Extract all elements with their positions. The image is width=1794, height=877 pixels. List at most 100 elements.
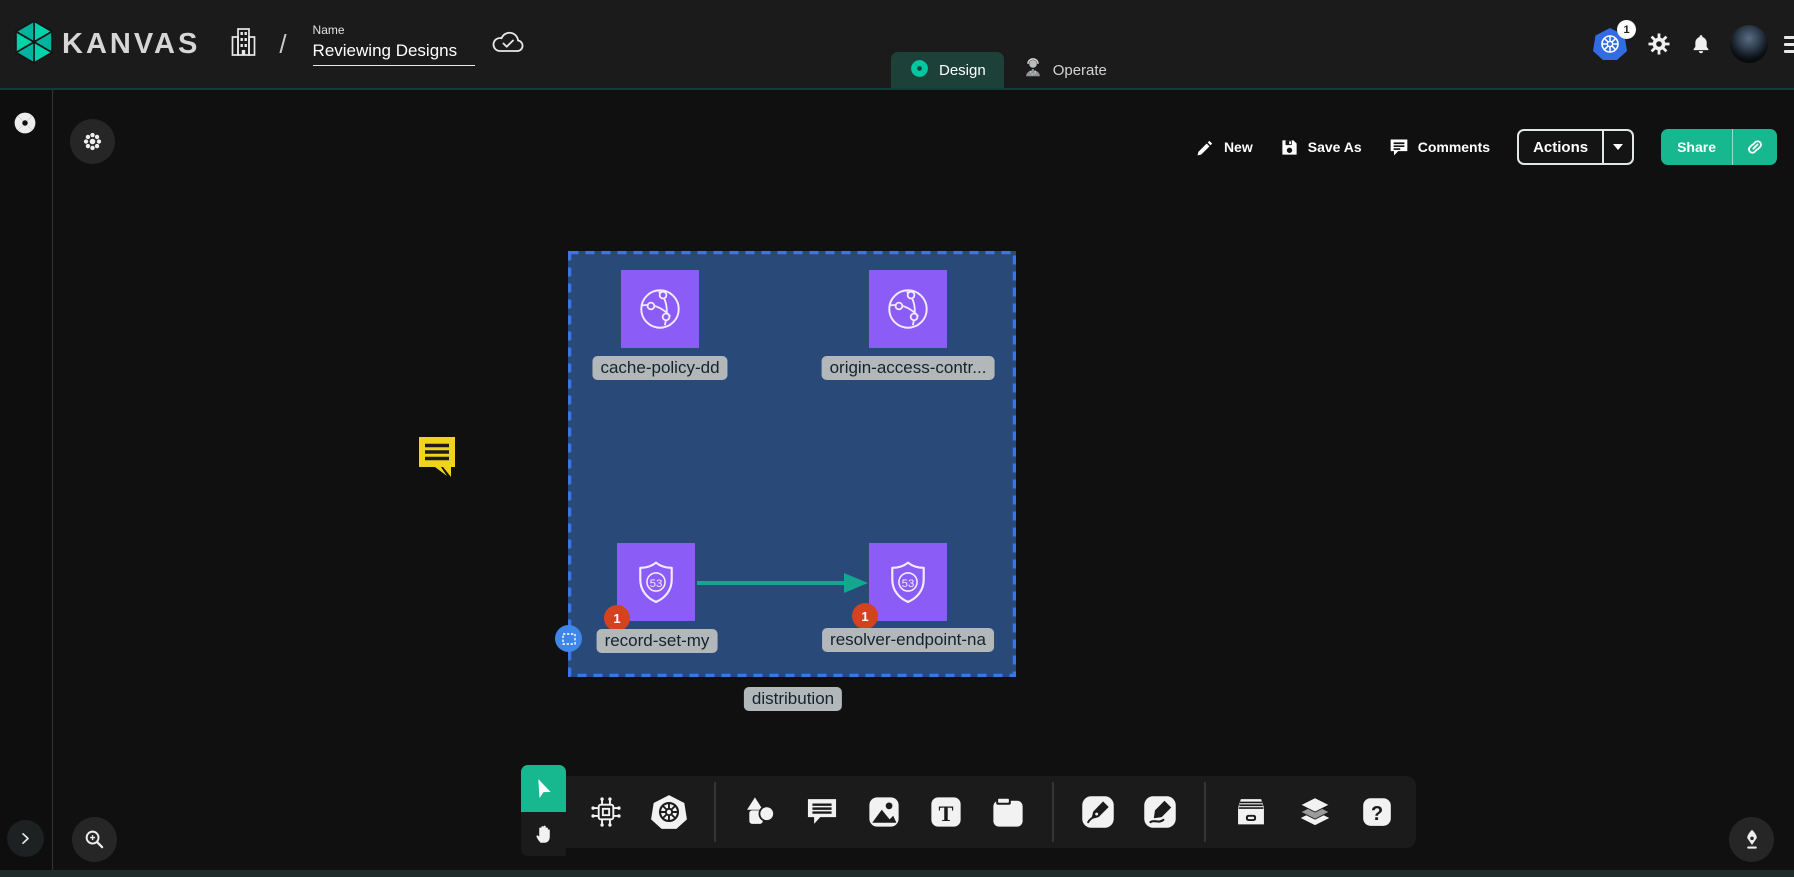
tab-operate-label: Operate	[1053, 62, 1107, 79]
group-label-distribution: distribution	[744, 687, 842, 711]
kubernetes-tool-icon[interactable]	[650, 793, 688, 831]
user-avatar[interactable]	[1730, 25, 1768, 63]
node-origin-access-control[interactable]	[869, 270, 947, 348]
whiteboard-pen-button[interactable]	[1729, 817, 1774, 862]
organization-icon[interactable]	[230, 26, 257, 63]
text-glyph: T	[938, 801, 953, 826]
tab-operate[interactable]: Operate	[1004, 52, 1125, 88]
shield-53-text: 53	[650, 578, 663, 590]
pen-tool-icon[interactable]	[1080, 794, 1116, 830]
brand-name: KANVAS	[62, 28, 200, 61]
cursor-icon	[532, 777, 556, 801]
flower-icon	[82, 131, 103, 152]
text-tool-icon[interactable]: T	[928, 794, 964, 830]
comments-button[interactable]: Comments	[1389, 137, 1490, 157]
node-record-set[interactable]: 53	[617, 543, 695, 621]
design-spiral-icon	[909, 58, 930, 83]
pencil-icon	[1196, 138, 1215, 157]
select-tool-button[interactable]	[521, 765, 566, 812]
operate-person-icon	[1022, 57, 1044, 83]
dashed-rect-icon	[562, 633, 576, 645]
cloud-saved-icon	[491, 29, 525, 60]
tab-design[interactable]: Design	[891, 52, 1004, 88]
help-glyph: ?	[1371, 803, 1383, 825]
app-header: KANVAS /	[0, 0, 1794, 90]
tab-design-label: Design	[939, 62, 986, 79]
canvas-comment-pin[interactable]	[415, 433, 459, 484]
comment-pin-icon	[415, 433, 459, 479]
node-resolver-endpoint[interactable]: 53	[869, 543, 947, 621]
shield-53-text: 53	[902, 578, 915, 590]
freehand-draw-tool-icon[interactable]	[1142, 794, 1178, 830]
floppy-disk-icon	[1280, 138, 1299, 157]
save-as-label: Save As	[1308, 139, 1362, 155]
left-sidebar	[0, 90, 53, 870]
notifications-bell-icon[interactable]	[1690, 32, 1712, 56]
node-label-origin-access-control: origin-access-contr...	[822, 356, 995, 380]
route53-shield-icon: 53	[627, 553, 685, 611]
header-right: 1	[1592, 0, 1794, 88]
pan-tool-button[interactable]	[521, 812, 566, 856]
components-tool-icon[interactable]	[588, 794, 624, 830]
new-label: New	[1224, 139, 1253, 155]
actions-caret[interactable]	[1602, 131, 1632, 163]
actions-dropdown-button[interactable]: Actions	[1517, 129, 1634, 165]
menu-icon[interactable]	[1784, 36, 1794, 53]
selection-handle[interactable]	[555, 625, 582, 652]
route53-shield-icon: 53	[879, 553, 937, 611]
caret-down-icon	[1613, 144, 1623, 150]
node-label-resolver-endpoint: resolver-endpoint-na	[822, 628, 994, 652]
breadcrumb-separator: /	[279, 29, 286, 60]
node-label-record-set: record-set-my	[597, 629, 718, 653]
node-cache-policy[interactable]	[621, 270, 699, 348]
kanvas-logo-icon	[14, 20, 54, 69]
archive-tool-icon[interactable]	[1232, 794, 1270, 830]
cloudfront-globe-icon	[879, 280, 937, 338]
pen-nib-icon	[1741, 828, 1763, 851]
design-name-field: Name	[313, 23, 475, 66]
comment-tool-icon[interactable]	[804, 794, 840, 830]
node-label-cache-policy: cache-policy-dd	[592, 356, 727, 380]
node-badge-resolver-endpoint[interactable]: 1	[852, 603, 878, 629]
header-left: KANVAS /	[14, 0, 525, 88]
comment-icon	[1389, 137, 1409, 157]
edge-record-set-to-resolver[interactable]	[697, 569, 871, 597]
magnifier-plus-icon	[83, 828, 106, 851]
copy-link-button[interactable]	[1732, 129, 1777, 165]
kanvas-brand[interactable]: KANVAS	[14, 20, 200, 69]
share-button[interactable]: Share	[1661, 129, 1777, 165]
cloudfront-globe-icon	[631, 280, 689, 338]
node-badge-record-set[interactable]: 1	[604, 605, 630, 631]
mode-tabs: Design Operate	[891, 52, 1125, 88]
new-button[interactable]: New	[1196, 138, 1253, 157]
hand-icon	[533, 823, 555, 845]
kanvas-app: KANVAS /	[0, 0, 1794, 877]
canvas-actions-bar: New Save As Comments Actions Share	[1196, 128, 1777, 166]
sidebar-expand-button[interactable]	[7, 820, 44, 857]
shapes-tool-icon[interactable]	[742, 794, 778, 830]
link-icon	[1745, 137, 1765, 157]
status-bar	[0, 870, 1794, 877]
toolbar-divider	[1052, 782, 1054, 842]
image-tool-icon[interactable]	[866, 794, 902, 830]
note-tool-icon[interactable]	[990, 794, 1026, 830]
pointer-tools	[521, 765, 566, 856]
canvas-widgets-button[interactable]	[70, 119, 115, 164]
actions-label: Actions	[1519, 131, 1602, 163]
zoom-in-button[interactable]	[72, 817, 117, 862]
toolbar-divider	[1204, 782, 1206, 842]
layers-tool-icon[interactable]	[1296, 793, 1334, 831]
help-tool-icon[interactable]: ?	[1360, 795, 1394, 829]
design-toolbar: T	[566, 776, 1416, 848]
design-name-input[interactable]	[313, 39, 475, 66]
design-name-label: Name	[313, 23, 475, 37]
k8s-context-count-badge: 1	[1617, 20, 1636, 39]
comments-label: Comments	[1418, 139, 1490, 155]
chevron-right-icon	[18, 831, 33, 846]
meshery-spiral-icon[interactable]	[12, 110, 38, 141]
kubernetes-context-button[interactable]: 1	[1592, 26, 1628, 62]
save-as-button[interactable]: Save As	[1280, 138, 1362, 157]
settings-gear-icon[interactable]	[1647, 32, 1671, 56]
toolbar-divider	[714, 782, 716, 842]
share-label: Share	[1661, 129, 1732, 165]
